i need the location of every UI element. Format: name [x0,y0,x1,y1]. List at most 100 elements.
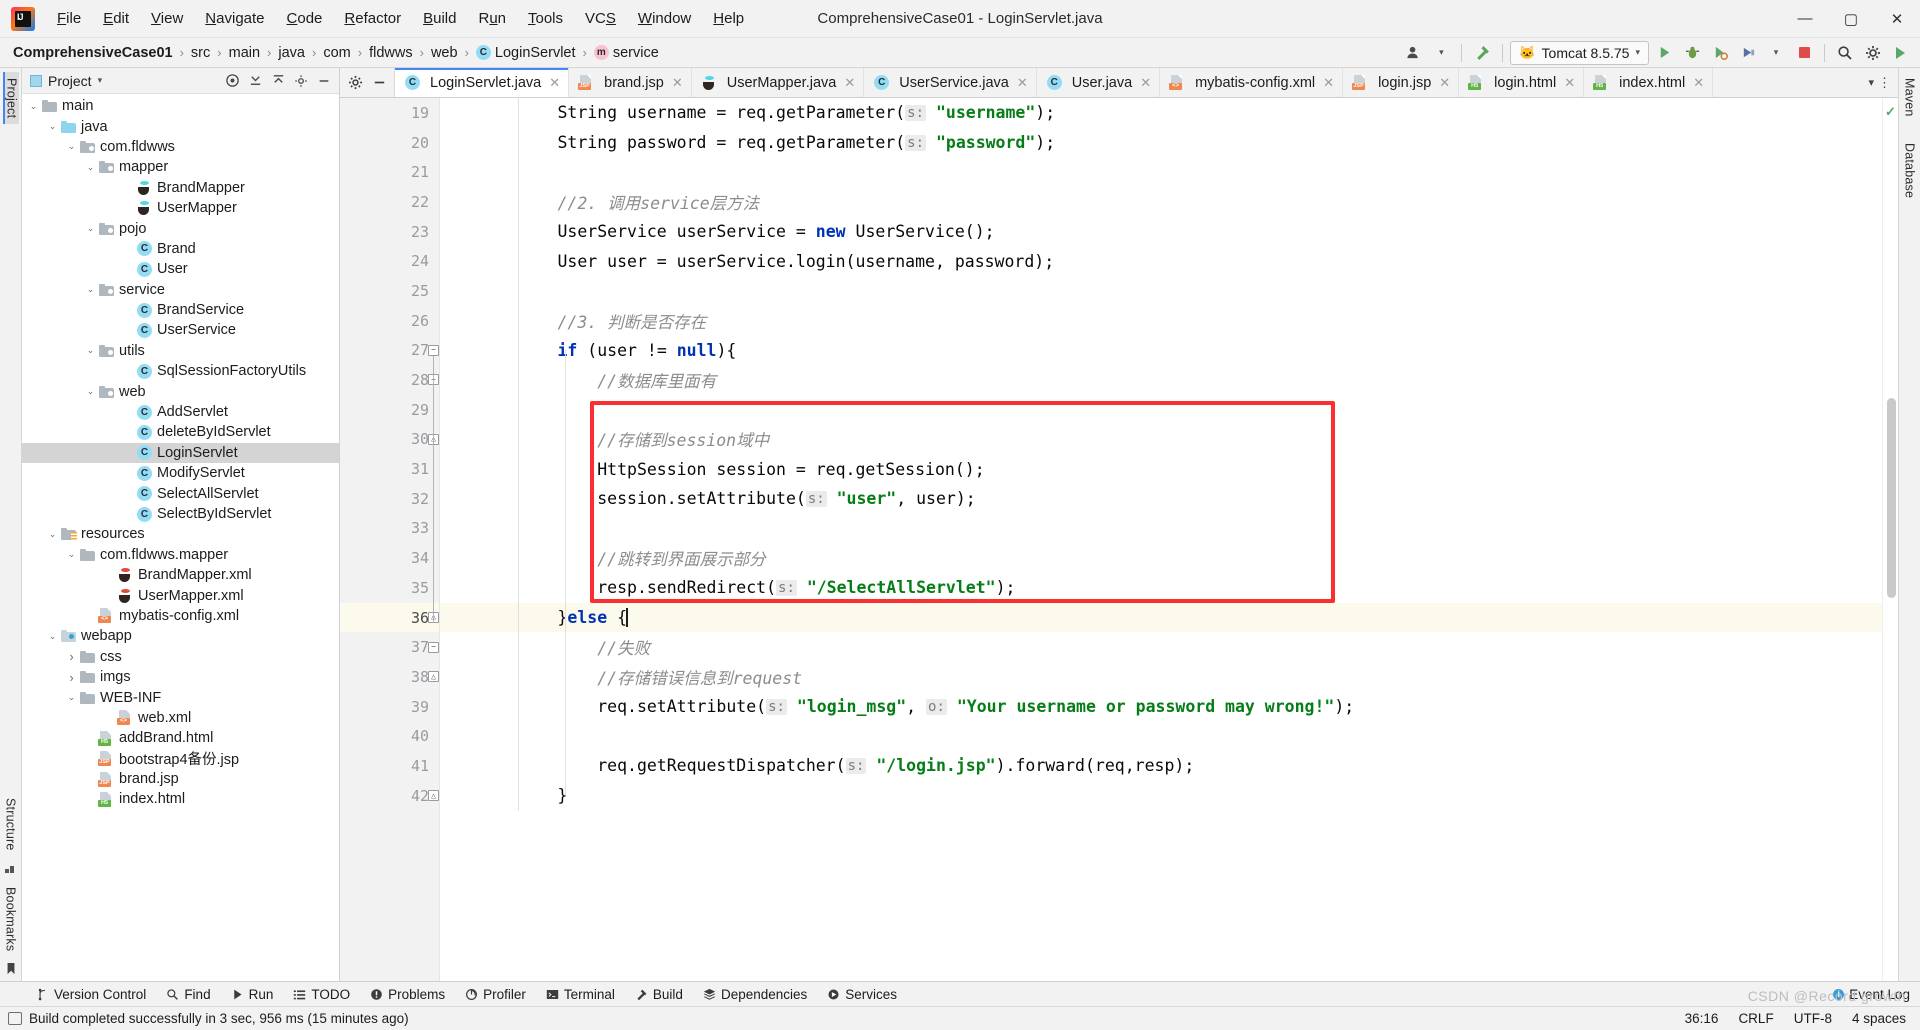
tree-node-loginservlet[interactable]: C LoginServlet [22,442,339,464]
code-line-37[interactable]: //失败 [440,632,1882,662]
editor-tab-index-html[interactable]: H5 index.html ✕ [1584,68,1714,97]
code-line-29[interactable] [440,395,1882,425]
menu-edit[interactable]: Edit [92,6,140,31]
file-encoding[interactable]: UTF-8 [1794,1011,1832,1026]
tree-node-mapper[interactable]: ⌄ mapper [22,157,339,177]
chevron-right-icon[interactable]: › [64,649,79,664]
profiler-dropdown-icon[interactable]: ▾ [1763,41,1789,65]
breadcrumb-item-java[interactable]: java [273,44,310,62]
tree-node-addservlet[interactable]: C AddServlet [22,402,339,422]
tree-node-main[interactable]: ⌄ main [22,96,339,116]
breadcrumb-item-comprehensivecase01[interactable]: ComprehensiveCase01 [8,44,178,62]
code-line-23[interactable]: UserService userService = new UserServic… [440,217,1882,247]
close-tab-icon[interactable]: ✕ [1140,75,1151,91]
tree-node-selectbyidservlet[interactable]: C SelectByIdServlet [22,504,339,524]
line-number-21[interactable]: 21 [340,157,439,187]
menu-vcs[interactable]: VCS [574,6,627,31]
line-number-30[interactable]: 30 [340,425,439,455]
chevron-down-icon[interactable]: ⌄ [64,549,79,560]
code-canvas[interactable]: String username = req.getParameter(s: "u… [440,98,1882,981]
line-number-40[interactable]: 40 [340,721,439,751]
tree-node-usermapper-xml[interactable]: UserMapper.xml [22,585,339,605]
chevron-right-icon[interactable]: › [64,670,79,685]
breadcrumb-item-service[interactable]: m service [589,44,664,62]
line-number-19[interactable]: 19 [340,98,439,128]
line-number-22[interactable]: 22 [340,187,439,217]
chevron-down-icon[interactable]: ⌄ [83,223,98,234]
project-tree[interactable]: ⌄ main ⌄ java ⌄ com.fldwws ⌄ mapper BrandMapper U… [22,94,339,981]
code-line-38[interactable]: //存储错误信息到request [440,662,1882,692]
chevron-down-icon[interactable]: ⌄ [26,101,41,112]
chevron-down-icon[interactable]: ⌄ [64,692,79,703]
user-icon[interactable] [1400,41,1426,65]
menu-run[interactable]: Run [467,6,517,31]
stop-icon[interactable] [1791,41,1817,65]
tree-node-brandmapper[interactable]: BrandMapper [22,178,339,198]
code-line-20[interactable]: String password = req.getParameter(s: "p… [440,128,1882,158]
tree-node-imgs[interactable]: › imgs [22,667,339,687]
tool-window-find[interactable]: Find [156,985,220,1004]
line-number-27[interactable]: 27 [340,336,439,366]
search-icon[interactable] [1832,41,1858,65]
tool-window-terminal[interactable]: Terminal [536,985,625,1004]
inspection-status-icon[interactable]: ✓ [1885,104,1896,120]
editor-tab-user-java[interactable]: C User.java ✕ [1036,68,1161,97]
tree-node-css[interactable]: › css [22,647,339,667]
tool-window-todo[interactable]: TODO [283,985,360,1004]
code-line-34[interactable]: //跳转到界面展示部分 [440,543,1882,573]
menu-navigate[interactable]: Navigate [194,6,275,31]
hide-editor-icon[interactable] [368,73,390,93]
menu-view[interactable]: View [140,6,194,31]
code-line-27[interactable]: if (user != null){ [440,336,1882,366]
chevron-down-icon[interactable]: ⌄ [45,529,60,540]
line-number-41[interactable]: 41 [340,751,439,781]
tool-window-version-control[interactable]: Version Control [26,985,156,1004]
editor-gutter[interactable]: 19 20 21 22 23 24 25 26 27 28 29 30 31 32 33 34 35 36 37 38… [340,98,440,981]
code-line-28[interactable]: //数据库里面有 [440,365,1882,395]
expand-all-icon[interactable] [267,71,289,91]
line-number-39[interactable]: 39 [340,692,439,722]
fold-marker[interactable]: − [428,344,439,356]
tree-node-brandmapper-xml[interactable]: BrandMapper.xml [22,565,339,585]
chevron-down-icon[interactable]: ⌄ [45,631,60,642]
code-line-26[interactable]: //3. 判断是否存在 [440,306,1882,336]
close-tab-icon[interactable]: ✕ [1693,75,1704,91]
tool-window-services[interactable]: Services [817,985,907,1004]
close-button[interactable]: ✕ [1874,0,1920,38]
run-configuration-selector[interactable]: 🐱 Tomcat 8.5.75 ▾ [1510,40,1649,65]
chevron-down-icon[interactable]: ⌄ [83,345,98,356]
coverage-icon[interactable] [1707,41,1733,65]
code-line-19[interactable]: String username = req.getParameter(s: "u… [440,98,1882,128]
close-tab-icon[interactable]: ✕ [1323,75,1334,91]
tool-window-profiler[interactable]: Profiler [455,985,536,1004]
breadcrumb-item-loginservlet[interactable]: C LoginServlet [471,44,581,62]
fold-marker[interactable]: △ [428,790,439,802]
line-number-42[interactable]: 42 [340,781,439,811]
code-line-25[interactable] [440,276,1882,306]
debug-icon[interactable] [1679,41,1705,65]
tree-node-com-fldwws[interactable]: ⌄ com.fldwws [22,137,339,157]
editor-scrollbar[interactable] [1887,398,1896,598]
close-tab-icon[interactable]: ✕ [549,75,560,91]
tree-node-mybatis-config-xml[interactable]: <> mybatis-config.xml [22,606,339,626]
chevron-down-icon[interactable]: ⌄ [83,386,98,397]
chevron-down-icon[interactable]: ▾ [1868,76,1874,89]
tree-node-resources[interactable]: ⌄ resources [22,524,339,544]
tool-strip-bookmarks[interactable]: Bookmarks [4,881,18,957]
tree-node-utils[interactable]: ⌄ utils [22,341,339,361]
line-number-34[interactable]: 34 [340,543,439,573]
tool-strip-maven[interactable]: Maven [1903,72,1917,123]
editor-tab-login-html[interactable]: H5 login.html ✕ [1459,68,1585,97]
tool-strip-database[interactable]: Database [1903,137,1917,204]
line-number-25[interactable]: 25 [340,276,439,306]
tree-node-service[interactable]: ⌄ service [22,280,339,300]
menu-tools[interactable]: Tools [517,6,574,31]
code-line-33[interactable] [440,514,1882,544]
tree-node-deletebyidservlet[interactable]: CdeleteByIdServlet [22,422,339,442]
line-number-29[interactable]: 29 [340,395,439,425]
updates-icon[interactable] [1888,41,1914,65]
breadcrumb-item-main[interactable]: main [224,44,265,62]
fold-marker[interactable]: △ [428,671,439,683]
close-tab-icon[interactable]: ✕ [1017,75,1028,91]
tree-node-brand[interactable]: C Brand [22,239,339,259]
